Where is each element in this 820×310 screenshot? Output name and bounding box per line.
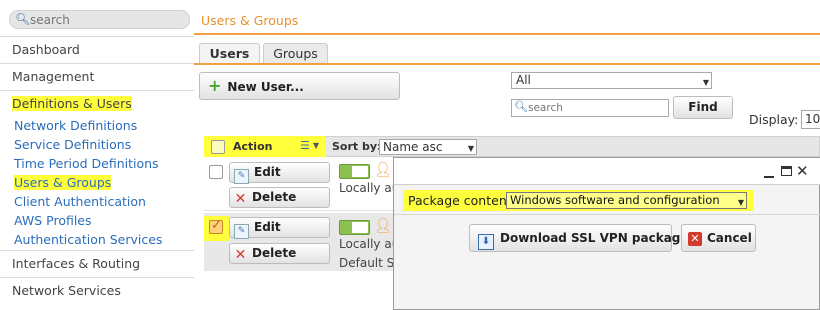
status-toggle[interactable] [339,220,370,235]
nav-category-label: Dashboard [12,42,80,57]
sidebar-item-users-groups[interactable]: Users & Groups [14,173,112,192]
display-label: Display: [749,112,799,127]
sidebar-item-service-definitions[interactable]: Service Definitions [14,135,131,154]
list-search-input[interactable] [528,101,666,115]
new-user-label: New User... [227,80,304,94]
delete-label: Delete [252,246,297,260]
find-label: Find [688,100,718,114]
sidebar: 🔍︎ Dashboard Management Definitions & Us… [0,0,194,310]
download-ssl-vpn-button[interactable]: ⬇ Download SSL VPN packages [469,224,696,252]
download-icon: ⬇ [478,234,494,250]
plus-icon: + [208,76,222,95]
filter-value: All [516,73,531,87]
row-comment: Default SuperAdmin [339,256,393,270]
close-icon[interactable]: ✕ [796,162,809,180]
dialog-titlebar [394,158,820,185]
sidebar-item-label: Time Period Definitions [14,156,159,171]
tabs-divider [194,63,820,65]
display-select[interactable]: 10 [801,110,820,129]
display-value: 10 [805,112,820,126]
dialog-divider [394,214,820,215]
new-user-button[interactable]: + New User... [199,72,400,100]
check-icon: ✓ [211,218,222,233]
sidebar-item-client-authentication[interactable]: Client Authentication [14,192,146,211]
list-search-box[interactable]: 🔍︎ [511,99,669,117]
chevron-down-icon: ▼ [702,78,709,87]
package-content-select[interactable]: Windows software and configuration ▼ [506,192,747,209]
sidebar-item-label: Network Definitions [14,118,138,133]
nav-category-label: Management [12,69,95,84]
action-header: Action [233,140,273,153]
tab-users[interactable]: Users [199,43,260,65]
search-icon: 🔍︎ [15,12,31,26]
status-toggle[interactable] [339,164,370,179]
edit-icon: ✎ [234,224,249,239]
sidebar-item-label: AWS Profiles [14,213,92,228]
delete-label: Delete [252,190,297,204]
download-label: Download SSL VPN packages [500,231,696,245]
delete-icon: ✕ [234,247,247,263]
tab-label: Users [209,46,250,61]
select-all-checkbox[interactable] [211,140,225,154]
user-icon: 👤︎ [374,162,392,178]
sort-select[interactable]: Name asc ▼ [379,139,477,155]
nav-category-label: Interfaces & Routing [12,256,141,271]
toggle-knob [352,222,368,233]
package-content-value: Windows software and configuration [510,193,720,207]
search-input[interactable] [30,12,180,27]
page-title: Users & Groups [201,13,299,28]
cancel-button[interactable]: ✕ Cancel [681,224,756,252]
toggle-knob [352,166,368,177]
sidebar-item-label: Client Authentication [14,194,146,209]
delete-button[interactable]: ✕ Delete [229,243,330,264]
edit-label: Edit [254,165,281,179]
chevron-down-icon[interactable]: ▼ [313,141,319,150]
edit-label: Edit [254,220,281,234]
maximize-icon[interactable] [781,166,792,176]
sidebar-search[interactable]: 🔍︎ [9,10,190,29]
nav-category-label: Network Services [12,283,121,298]
sidebar-item-label: Users & Groups [14,175,112,190]
sidebar-item-time-period-definitions[interactable]: Time Period Definitions [14,154,159,173]
sidebar-item-label: Authentication Services [14,232,163,247]
filter-select[interactable]: All ▼ [511,72,712,89]
row-description: Locally authenticated user [339,237,393,251]
edit-icon: ✎ [234,169,249,184]
search-icon: 🔍︎ [514,100,528,113]
nav-category-definitions-users[interactable]: Definitions & Users [0,90,194,117]
list-icon[interactable]: ☰ [300,139,310,152]
sort-by-label: Sort by: [332,140,382,153]
nav-category-dashboard[interactable]: Dashboard [0,36,194,63]
cancel-label: Cancel [707,231,752,245]
nav-category-network-services[interactable]: Network Services [0,277,194,304]
tab-groups[interactable]: Groups [263,43,328,65]
nav-category-label: Definitions & Users [12,96,132,111]
nav-category-interfaces-routing[interactable]: Interfaces & Routing [0,250,194,277]
chevron-down-icon: ▼ [737,198,744,207]
package-content-label: Package content: [408,193,516,208]
tab-label: Groups [273,46,318,61]
delete-icon: ✕ [234,191,247,207]
title-divider [194,33,820,35]
edit-button[interactable]: ✎ Edit [229,162,330,184]
sidebar-item-label: Service Definitions [14,137,132,152]
sidebar-item-network-definitions[interactable]: Network Definitions [14,116,137,135]
edit-button[interactable]: ✎ Edit [229,217,330,239]
minimize-icon[interactable] [764,176,774,178]
find-button[interactable]: Find [673,96,733,119]
sidebar-item-aws-profiles[interactable]: AWS Profiles [14,211,92,230]
chevron-down-icon: ▼ [467,144,474,153]
sidebar-item-authentication-services[interactable]: Authentication Services [14,230,162,249]
delete-button[interactable]: ✕ Delete [229,187,330,208]
row-description: Locally authenticated user [339,181,393,195]
sort-value: Name asc [383,140,443,154]
row-checkbox[interactable]: ✓ [209,218,223,234]
row-checkbox[interactable] [209,165,223,179]
user-icon: 👤︎ [374,218,392,234]
cancel-icon: ✕ [688,232,702,246]
nav-category-management[interactable]: Management [0,63,194,90]
